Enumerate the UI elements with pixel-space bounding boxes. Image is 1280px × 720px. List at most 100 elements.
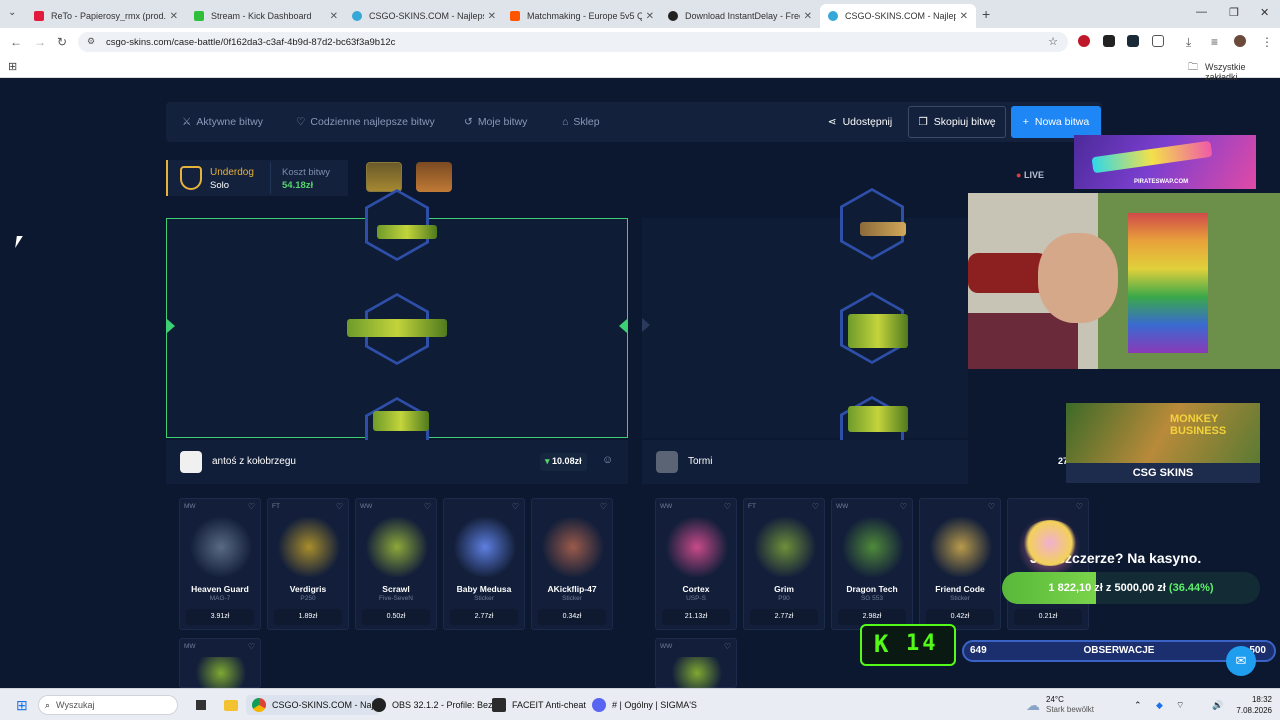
tab-2[interactable]: Stream - Kick Dashboard ✕ [186, 4, 346, 28]
forward-icon[interactable]: → [34, 35, 46, 49]
weather-widget[interactable]: ☁ 24°C Stark bewölkt [1020, 695, 1100, 715]
item-image [666, 657, 728, 689]
item-card[interactable]: ♡ AKickflip-47 Sticker 0.34zł [531, 498, 613, 630]
site-info-icon[interactable]: ⚙ [87, 36, 95, 47]
taskbar-faceit[interactable]: FACEIT Anti-cheat [486, 695, 592, 715]
item-image [278, 517, 340, 577]
bookmarks-bar: ⊞ 🗀 Wszystkie zakładki [0, 56, 1280, 82]
sticker-art [1022, 520, 1078, 566]
network-icon[interactable]: ⌔ [1170, 695, 1190, 715]
taskbar-obs[interactable]: OBS 32.1.2 - Profile: Bez [366, 695, 499, 715]
item-card[interactable]: WW ♡ Scrawl Five-SeveN 0.50zł [355, 498, 437, 630]
extension-icon[interactable] [1127, 35, 1139, 47]
condition-label: WW [660, 643, 673, 650]
nav-my-battles[interactable]: ↺ Moje bitwy [464, 116, 527, 128]
player-name[interactable]: Tormi [688, 456, 712, 467]
item-card[interactable]: MW ♡ Heaven Guard MAG-7 3.91zł [179, 498, 261, 630]
item-name: Grim [774, 584, 794, 594]
file-explorer-icon[interactable] [218, 695, 244, 715]
tab-3[interactable]: CSGO-SKINS.COM - Najlepsze✕ [344, 4, 504, 28]
taskbar-discord[interactable]: # | Ogólny | SIGMA'S [586, 695, 703, 715]
tab-1[interactable]: ReTo - Papierosy_rmx (prod. Se✕ [26, 4, 186, 28]
new-battle-button[interactable]: + Nowa bitwa [1011, 106, 1101, 138]
item-card[interactable]: ♡ Baby Medusa Sticker 2.77zł [443, 498, 525, 630]
extension-ublock-icon[interactable] [1078, 35, 1090, 47]
emoji-icon[interactable]: ☺ [602, 454, 613, 466]
item-card[interactable]: WW ♡ Cortex USP-S 21.13zł [655, 498, 737, 630]
favorite-icon[interactable]: ♡ [336, 502, 343, 511]
condition-label: WW [360, 503, 373, 510]
item-price: 2.98zł [838, 609, 906, 625]
favorite-icon[interactable]: ♡ [900, 502, 907, 511]
close-icon[interactable]: ✕ [646, 11, 654, 22]
nav-shop[interactable]: ⌂ Sklep [562, 116, 600, 128]
tab-4[interactable]: Matchmaking - Europe 5v5 Qu ✕ [502, 4, 662, 28]
item-card[interactable]: WW ♡ [655, 638, 737, 689]
close-icon[interactable]: ✕ [330, 11, 338, 22]
taskbar-search[interactable]: ⌕ Wyszukaj [38, 695, 178, 715]
close-icon[interactable]: ✕ [488, 11, 496, 22]
volume-icon[interactable]: 🔊 [1206, 695, 1229, 715]
start-button[interactable]: ⊞ [10, 695, 34, 715]
tab-list-icon[interactable]: ⌄ [8, 7, 16, 18]
share-button[interactable]: ⋖ Udostępnij [816, 106, 904, 138]
task-view-icon[interactable] [190, 695, 212, 715]
item-price: 2.77zł [750, 609, 818, 625]
favorite-icon[interactable]: ♡ [248, 642, 255, 651]
favorite-icon[interactable]: ♡ [724, 642, 731, 651]
copy-icon: ❐ [918, 116, 928, 128]
copy-battle-button[interactable]: ❐ Skopiuj bitwę [908, 106, 1006, 138]
media-queue-icon[interactable]: ≡ [1211, 35, 1218, 49]
minimize-button[interactable]: — [1196, 6, 1207, 18]
donation-goal-text: 1 822,10 zł z 5000,00 zł (36.44%) [1048, 582, 1214, 594]
favorite-icon[interactable]: ♡ [812, 502, 819, 511]
favorite-icon[interactable]: ♡ [1076, 502, 1083, 511]
item-type: P90 [778, 595, 790, 602]
nav-daily-best[interactable]: ♡ Codzienne najlepsze bitwy [296, 116, 435, 128]
favorite-icon[interactable]: ♡ [512, 502, 519, 511]
case-icon[interactable] [416, 162, 452, 192]
apps-grid-icon[interactable]: ⊞ [8, 60, 17, 73]
back-icon[interactable]: ← [10, 35, 22, 49]
close-icon[interactable]: ✕ [170, 11, 178, 22]
favorite-icon[interactable]: ♡ [600, 502, 607, 511]
close-window-button[interactable]: ✕ [1260, 6, 1269, 19]
reload-icon[interactable]: ↻ [57, 35, 67, 49]
profile-avatar[interactable] [1234, 35, 1246, 47]
weapon-image [377, 225, 437, 239]
close-icon[interactable]: ✕ [804, 11, 812, 22]
favorite-icon[interactable]: ♡ [248, 502, 255, 511]
case-icon[interactable] [366, 162, 402, 192]
favorite-icon[interactable]: ♡ [724, 502, 731, 511]
close-icon[interactable]: ✕ [960, 11, 968, 22]
item-card[interactable]: FT ♡ Grim P90 2.77zł [743, 498, 825, 630]
item-card[interactable]: WW ♡ Dragon Tech SG 553 2.98zł [831, 498, 913, 630]
tab-5[interactable]: Download InstantDelay - Free ✕ [660, 4, 820, 28]
all-bookmarks-link[interactable]: Wszystkie zakładki [1205, 62, 1280, 82]
extension-icon[interactable] [1103, 35, 1115, 47]
pointer-left-icon [167, 319, 175, 333]
player-name[interactable]: antoś z kołobrzegu [212, 456, 296, 467]
taskbar-chrome[interactable]: CSGO-SKINS.COM - Naj [246, 695, 380, 715]
tab-6-active[interactable]: CSGO-SKINS.COM - Najlepsze✕ [820, 4, 976, 28]
item-card[interactable]: MW ♡ [179, 638, 261, 689]
favorite-icon[interactable]: ♡ [424, 502, 431, 511]
tray-chevron-icon[interactable]: ⌃ [1128, 695, 1148, 715]
menu-icon[interactable]: ⋮ [1261, 35, 1273, 49]
weapon-image [373, 411, 429, 431]
item-card[interactable]: ♡ Friend Code Sticker 0.42zł [919, 498, 1001, 630]
extensions-puzzle-icon[interactable] [1152, 35, 1164, 47]
nav-active-battles[interactable]: ⚔ Aktywne bitwy [182, 116, 263, 128]
chat-bubble-button[interactable]: ✉ [1226, 646, 1256, 676]
bookmark-star-icon[interactable]: ☆ [1048, 35, 1058, 48]
favorite-icon[interactable]: ♡ [988, 502, 995, 511]
item-card[interactable]: FT ♡ Verdigris P250 1.89zł [267, 498, 349, 630]
download-icon[interactable]: ⤓ [1186, 35, 1191, 50]
url-input[interactable]: ⚙ csgo-skins.com/case-battle/0f162da3-c3… [78, 32, 1068, 52]
kick-follower-counter: K 14 [860, 624, 956, 666]
restore-button[interactable]: ❐ [1229, 6, 1239, 19]
new-tab-button[interactable]: + [982, 6, 990, 22]
tray-icon[interactable]: ◆ [1150, 695, 1169, 715]
clock[interactable]: 18:32 7.08.2026 [1230, 694, 1272, 716]
item-name: AKickflip-47 [547, 584, 597, 594]
